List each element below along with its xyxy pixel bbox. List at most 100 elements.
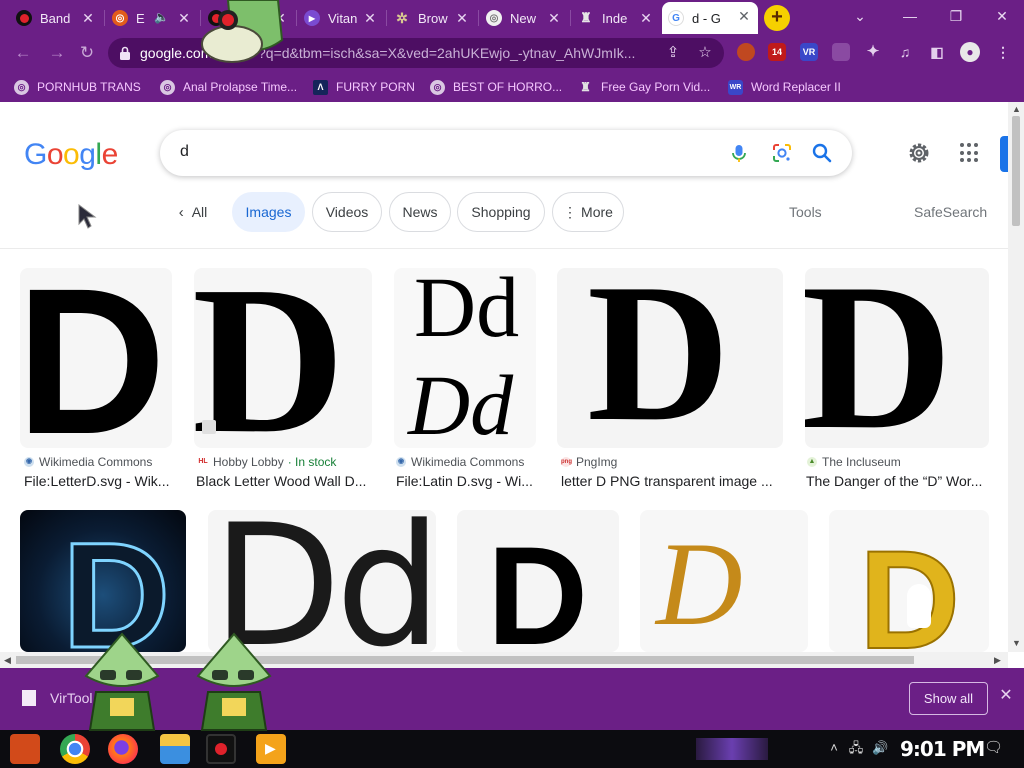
source-label: Hobby Lobby [213, 455, 284, 469]
media-control-icon[interactable]: ♫ [896, 43, 914, 61]
chrome-taskbar-icon[interactable] [60, 734, 90, 764]
result-caption[interactable]: File:Latin D.svg - Wi... [396, 473, 536, 489]
result-image-1[interactable]: D [20, 268, 172, 448]
close-icon[interactable]: ✕ [638, 10, 654, 26]
back-icon[interactable]: ← [12, 42, 34, 64]
tray-chevron-icon[interactable]: ˄ [826, 740, 842, 756]
result-image-5[interactable]: D [805, 268, 989, 448]
audio-icon[interactable]: 🔈 [154, 10, 169, 24]
result-caption[interactable]: File:LetterD.svg - Wik... [24, 473, 172, 489]
chip-more[interactable]: ⋮ More [552, 192, 624, 232]
tab-search-icon[interactable]: ⌄ [848, 6, 872, 26]
close-icon[interactable]: ✕ [546, 10, 562, 26]
network-icon[interactable]: 🖧 [848, 740, 864, 756]
bookmark-star-icon[interactable]: ☆ [696, 44, 714, 62]
result-source[interactable]: HL Hobby Lobby · In stock [198, 455, 336, 469]
side-panel-icon[interactable]: ◧ [928, 43, 946, 61]
share-icon[interactable]: ⇪ [664, 44, 682, 62]
gem-character-right [196, 632, 272, 731]
bookmark-item[interactable]: WR Word Replacer II [728, 78, 841, 96]
result-image-10[interactable]: D [829, 510, 989, 652]
volume-icon[interactable]: 🔊 [872, 740, 888, 756]
tools-button[interactable]: Tools [789, 204, 822, 220]
result-caption[interactable]: The Danger of the “D” Wor... [806, 473, 988, 489]
search-box[interactable]: d [160, 130, 852, 176]
tab-4[interactable]: ▶ Vitan ✕ [298, 4, 384, 32]
profile-avatar-icon[interactable]: ● [960, 42, 980, 62]
result-caption[interactable]: Black Letter Wood Wall D... [196, 473, 372, 489]
bookmark-item[interactable]: ◎ BEST OF HORRO... [430, 78, 562, 96]
search-icon[interactable] [811, 142, 833, 164]
tab-5[interactable]: ✲ Brow ✕ [388, 4, 476, 32]
result-image-4[interactable]: D [557, 268, 783, 448]
safesearch-button[interactable]: SafeSearch [914, 204, 987, 220]
forward-icon[interactable]: → [46, 42, 68, 64]
google-lens-icon[interactable] [771, 142, 793, 164]
minimize-icon[interactable]: — [898, 6, 922, 26]
result-source[interactable]: ◉ Wikimedia Commons [396, 455, 524, 469]
bookmark-item[interactable]: ◎ Anal Prolapse Time... [160, 78, 297, 96]
account-button-edge[interactable] [1000, 136, 1008, 172]
recorder-taskbar-icon[interactable] [206, 734, 236, 764]
result-source[interactable]: ◉ Wikimedia Commons [24, 455, 152, 469]
tab-active[interactable]: G d - G ✕ [662, 2, 758, 34]
result-image-3[interactable]: Dd Dd [394, 268, 536, 448]
result-image-2[interactable]: D [194, 268, 372, 448]
chip-news[interactable]: News [389, 192, 451, 232]
menu-kebab-icon[interactable]: ⋮ [994, 43, 1012, 61]
result-source[interactable]: ▲ The Incluseum [807, 455, 901, 469]
close-icon[interactable]: ✕ [736, 8, 752, 24]
result-image-9[interactable]: D [640, 510, 808, 652]
scroll-right-icon[interactable]: ▶ [994, 655, 1001, 666]
start-button-icon[interactable] [10, 734, 40, 764]
close-icon[interactable]: ✕ [176, 10, 192, 26]
reload-icon[interactable]: ↻ [76, 42, 98, 64]
lambda-icon: Λ [313, 79, 328, 95]
clock[interactable]: 9:01 PM [900, 737, 985, 761]
logo-letter: e [101, 138, 119, 171]
tab-6[interactable]: ◎ New ✕ [480, 4, 568, 32]
new-tab-button[interactable]: + [764, 5, 790, 31]
notifications-icon[interactable]: 🗨 [984, 740, 1003, 756]
chip-all[interactable]: ‹ All [170, 192, 216, 232]
close-icon[interactable]: ✕ [998, 688, 1014, 704]
firefox-taskbar-icon[interactable] [108, 734, 138, 764]
extension-grey-icon[interactable] [832, 43, 850, 61]
window-close-icon[interactable]: ✕ [990, 6, 1014, 26]
result-image-8[interactable]: D [457, 510, 619, 652]
chip-videos[interactable]: Videos [312, 192, 382, 232]
tab-7[interactable]: ♜ Inde ✕ [572, 4, 660, 32]
settings-gear-icon[interactable] [907, 141, 931, 165]
scroll-up-icon[interactable]: ▲ [1012, 104, 1021, 114]
extension-avatar-icon[interactable] [737, 43, 755, 61]
extensions-puzzle-icon[interactable]: ✦ [864, 43, 882, 61]
close-icon[interactable]: ✕ [80, 10, 96, 26]
scroll-left-icon[interactable]: ◀ [4, 655, 11, 666]
result-image-7[interactable]: Dd [208, 510, 436, 652]
scroll-down-icon[interactable]: ▼ [1012, 638, 1021, 648]
bookmark-item[interactable]: ◎ PORNHUB TRANS [14, 78, 141, 96]
tab-2[interactable]: ◎ E 🔈 ✕ [106, 4, 198, 32]
google-apps-icon[interactable] [960, 143, 980, 163]
media-player-icon[interactable]: ▶ [256, 734, 286, 764]
extension-badge-icon[interactable]: 14 [768, 43, 786, 61]
tab-1[interactable]: Band ✕ [10, 4, 102, 32]
file-explorer-icon[interactable] [160, 734, 190, 764]
vertical-scrollbar[interactable]: ▲ ▼ [1008, 102, 1024, 652]
microphone-icon[interactable] [728, 142, 750, 164]
close-icon[interactable]: ✕ [362, 10, 378, 26]
show-all-button[interactable]: Show all [909, 682, 988, 715]
bookmark-item[interactable]: ♜ Free Gay Porn Vid... [578, 78, 710, 96]
search-input[interactable]: d [180, 143, 189, 161]
word-replacer-icon[interactable]: VR [800, 43, 818, 61]
result-source[interactable]: png PngImg [561, 455, 617, 469]
restore-icon[interactable]: ❐ [944, 6, 968, 26]
bookmark-item[interactable]: Λ FURRY PORN [313, 78, 415, 96]
scroll-thumb[interactable] [1012, 116, 1020, 226]
close-icon[interactable]: ✕ [454, 10, 470, 26]
chip-images[interactable]: Images [232, 192, 305, 232]
result-caption[interactable]: letter D PNG transparent image ... [561, 473, 783, 489]
google-logo[interactable]: Google [24, 138, 118, 172]
result-image-6[interactable]: D [20, 510, 186, 652]
chip-shopping[interactable]: Shopping [457, 192, 545, 232]
